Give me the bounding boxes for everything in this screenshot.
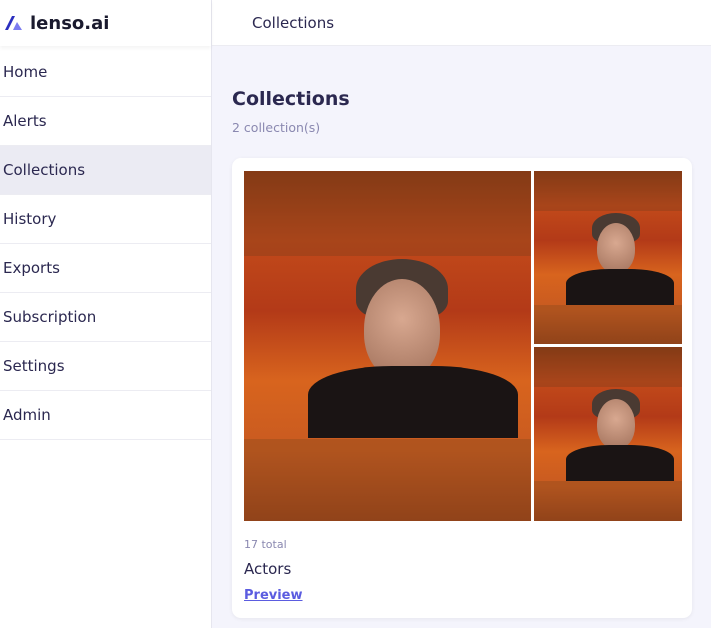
sidebar-item-home[interactable]: Home	[0, 48, 211, 97]
collection-thumbnail-3[interactable]	[534, 347, 682, 521]
collection-card[interactable]: 17 total Actors Preview	[232, 158, 692, 618]
collection-meta: 17 total Actors Preview	[244, 538, 303, 603]
main-content: Collections 2 collection(s) 17 total Act…	[232, 88, 692, 618]
preview-link[interactable]: Preview	[244, 588, 303, 603]
sidebar-item-collections[interactable]: Collections	[0, 146, 211, 195]
collection-name: Actors	[244, 560, 292, 578]
topbar-title: Collections	[252, 13, 335, 32]
brand-name: lenso.ai	[30, 12, 110, 34]
sidebar-nav: Home Alerts Collections History Exports …	[0, 48, 211, 440]
sidebar-item-history[interactable]: History	[0, 195, 211, 244]
collection-thumbnail-main[interactable]	[244, 171, 531, 521]
sidebar-item-exports[interactable]: Exports	[0, 244, 211, 293]
sidebar-item-subscription[interactable]: Subscription	[0, 293, 211, 342]
lenso-logo-icon	[5, 16, 22, 30]
collection-count: 2 collection(s)	[232, 120, 321, 135]
collection-total: 17 total	[244, 538, 287, 551]
sidebar-item-settings[interactable]: Settings	[0, 342, 211, 391]
logo[interactable]: lenso.ai	[0, 0, 211, 46]
collection-thumbnail-2[interactable]	[534, 171, 682, 344]
sidebar-item-alerts[interactable]: Alerts	[0, 97, 211, 146]
sidebar-item-admin[interactable]: Admin	[0, 391, 211, 440]
topbar: Collections	[212, 0, 711, 46]
sidebar: lenso.ai Home Alerts Collections History…	[0, 0, 212, 628]
page-title: Collections	[232, 88, 350, 110]
